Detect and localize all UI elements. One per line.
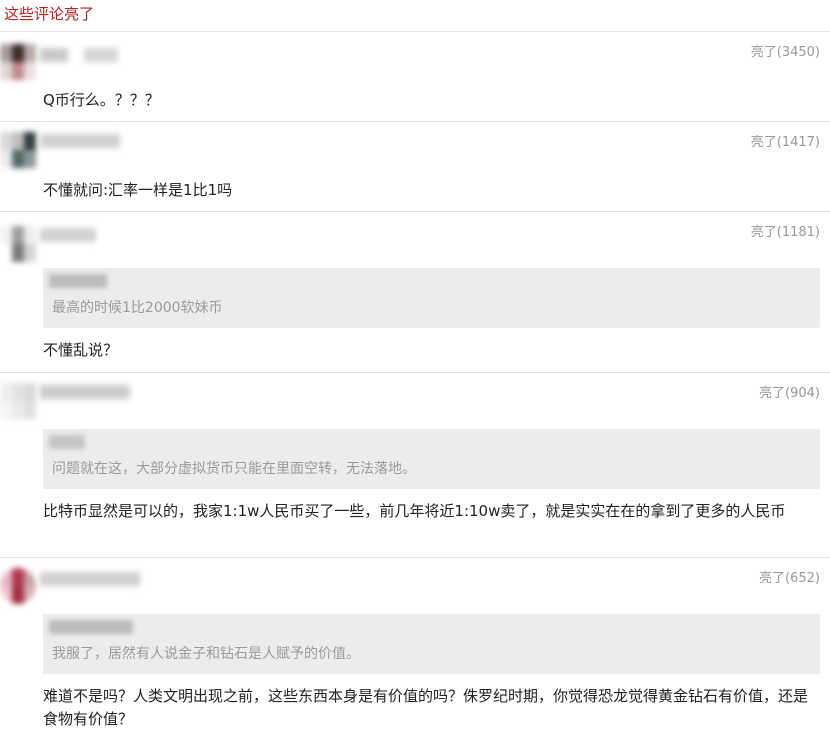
avatar[interactable]: [0, 132, 36, 168]
comment-item: 亮了(1417) 不懂就问:汇率一样是1比1吗: [0, 122, 830, 212]
avatar[interactable]: [0, 568, 36, 604]
avatar[interactable]: [0, 226, 36, 262]
comment-item: 亮了(904) 问题就在这，大部分虚拟货币只能在里面空转，无法落地。 比特币显然…: [0, 373, 830, 557]
quoted-text: 问题就在这，大部分虚拟货币只能在里面空转，无法落地。: [52, 461, 416, 477]
like-count[interactable]: 亮了(904): [759, 385, 820, 403]
username[interactable]: [40, 228, 100, 242]
comment-text: 难道不是吗？人类文明出现之前，这些东西本身是有价值的吗？侏罗纪时期，你觉得恐龙觉…: [43, 687, 809, 728]
comment-text: 不懂就问:汇率一样是1比1吗: [43, 181, 233, 199]
like-count[interactable]: 亮了(1417): [751, 134, 820, 152]
quoted-comment[interactable]: 最高的时候1比2000软妹币: [43, 268, 820, 328]
comment-text: 比特币显然是可以的，我家1:1w人民币买了一些，前几年将近1:10w卖了，就是实…: [43, 502, 786, 520]
like-count[interactable]: 亮了(1181): [751, 224, 820, 242]
comment-text: Q币行么。？？？: [43, 91, 160, 109]
quoted-comment[interactable]: 问题就在这，大部分虚拟货币只能在里面空转，无法落地。: [43, 429, 820, 489]
quoted-comment[interactable]: 我服了，居然有人说金子和钻石是人赋予的价值。: [43, 614, 820, 674]
comment-item: 亮了(3450) Q币行么。？？？: [0, 32, 830, 122]
like-count[interactable]: 亮了(652): [759, 570, 820, 588]
username[interactable]: [40, 385, 136, 399]
username[interactable]: [40, 134, 120, 148]
comment-text: 不懂乱说？: [43, 341, 119, 359]
quoted-text: 最高的时候1比2000软妹币: [52, 300, 223, 316]
username[interactable]: [40, 572, 144, 586]
avatar[interactable]: [0, 383, 36, 419]
quoted-text: 我服了，居然有人说金子和钻石是人赋予的价值。: [52, 646, 360, 662]
username[interactable]: [40, 48, 120, 62]
like-count[interactable]: 亮了(3450): [751, 44, 820, 62]
section-title: 这些评论亮了: [4, 5, 95, 23]
comment-item: 亮了(1181) 最高的时候1比2000软妹币 不懂乱说？: [0, 212, 830, 372]
comment-item: 亮了(652) 我服了，居然有人说金子和钻石是人赋予的价值。 难道不是吗？人类文…: [0, 558, 830, 738]
avatar[interactable]: [0, 44, 36, 80]
